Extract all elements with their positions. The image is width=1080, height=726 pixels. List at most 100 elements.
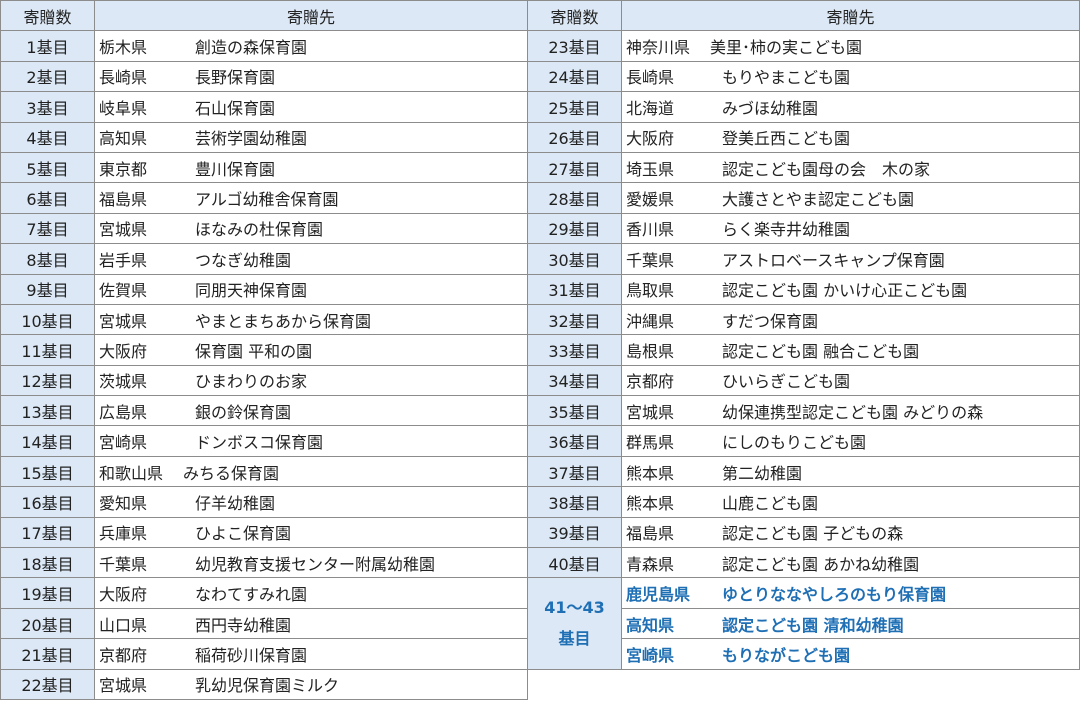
table-row: 5基目 東京都 豊川保育園: [0, 151, 528, 184]
table-row: 31基目 鳥取県 認定こども園 かいけ心正こども園: [527, 273, 1080, 305]
donation-count-cell: 11基目: [0, 334, 95, 366]
destination-cell: 和歌山県 みちる保育園: [94, 455, 528, 488]
table-row: 12基目 茨城県 ひまわりのお家: [0, 364, 528, 397]
table-row: 36基目 群馬県 にしのもりこども園: [527, 425, 1080, 457]
prefecture: 愛知県: [99, 493, 148, 513]
prefecture: 香川県: [626, 220, 675, 240]
table-row: 2基目 長崎県 長野保育園: [0, 60, 528, 93]
table-row: 21基目 京都府 稲荷砂川保育園: [0, 638, 528, 670]
facility-name: 稲荷砂川保育園: [195, 645, 308, 665]
donation-count-cell: 5基目: [0, 151, 95, 184]
prefecture: 宮城県: [99, 676, 148, 696]
facility-name: 第二幼稚園: [722, 463, 803, 483]
donation-count-cell: 16基目: [0, 486, 95, 518]
destination-cell: 千葉県 アストロベースキャンプ保育園: [621, 243, 1080, 275]
header-destination: 寄贈先: [621, 0, 1080, 32]
facility-name: アストロベースキャンプ保育園: [722, 250, 945, 270]
table-row: 18基目 千葉県 幼児教育支援センター附属幼稚園: [0, 547, 528, 579]
donation-count-cell: 29基目: [527, 212, 622, 245]
table-row: 3基目 岐阜県 石山保育園: [0, 91, 528, 123]
destination-cell: 沖縄県 すだつ保育園: [621, 303, 1080, 336]
donation-count-merged-cell: 41～43 基目: [527, 577, 622, 670]
destination-cell: 香川県 らく楽寺井幼稚園: [621, 212, 1080, 245]
facility-name: 認定こども園 子どもの森: [722, 524, 904, 544]
table-row: 37基目 熊本県 第二幼稚園: [527, 455, 1080, 488]
facility-name: ゆとりななやしろのもり保育園: [722, 585, 947, 605]
facility-name: 認定こども園 融合こども園: [722, 341, 920, 361]
destination-cell: 広島県 銀の鈴保育園: [94, 395, 528, 427]
donation-count-cell: 1基目: [0, 30, 95, 62]
donation-count-cell: 31基目: [527, 273, 622, 305]
header-destination: 寄贈先: [94, 0, 528, 32]
donation-count-cell: 9基目: [0, 273, 95, 305]
table-row: 32基目 沖縄県 すだつ保育園: [527, 303, 1080, 336]
table-row: 28基目 愛媛県 大護さとやま認定こども園: [527, 182, 1080, 214]
destination-cell: 茨城県 ひまわりのお家: [94, 364, 528, 397]
donation-count-cell: 3基目: [0, 91, 95, 123]
facility-name: アルゴ幼稚舎保育園: [195, 190, 339, 210]
table-row: 22基目 宮城県 乳幼児保育園ミルク: [0, 668, 528, 700]
donation-count-cell: 18基目: [0, 547, 95, 579]
prefecture: 鳥取県: [626, 281, 675, 301]
donation-count-cell: 19基目: [0, 577, 95, 609]
prefecture: 東京都: [99, 159, 148, 179]
prefecture: 長崎県: [99, 68, 148, 88]
facility-name: もりやまこども園: [722, 68, 851, 88]
destination-cell: 宮城県 乳幼児保育園ミルク: [94, 668, 528, 700]
facility-name: 認定こども園 かいけ心正こども園: [722, 281, 968, 301]
prefecture: 岩手県: [99, 250, 148, 270]
donation-count-cell: 15基目: [0, 455, 95, 488]
table-row: 6基目 福島県 アルゴ幼稚舎保育園: [0, 182, 528, 214]
destination-cell: 栃木県 創造の森保育園: [94, 30, 528, 62]
table-row: 26基目 大阪府 登美丘西こども園: [527, 121, 1080, 153]
destination-cell: 熊本県 第二幼稚園: [621, 455, 1080, 488]
table-row: 15基目 和歌山県 みちる保育園: [0, 455, 528, 488]
donation-count-cell: 26基目: [527, 121, 622, 153]
table-row: 17基目 兵庫県 ひよこ保育園: [0, 516, 528, 549]
donation-count-cell: 2基目: [0, 60, 95, 93]
prefecture: 京都府: [99, 645, 148, 665]
prefecture: 宮城県: [626, 402, 675, 422]
table-row: 29基目 香川県 らく楽寺井幼稚園: [527, 212, 1080, 245]
prefecture: 群馬県: [626, 433, 675, 453]
destination-cell: 宮崎県 ドンボスコ保育園: [94, 425, 528, 457]
prefecture: 栃木県: [99, 38, 148, 58]
prefecture: 宮崎県: [99, 433, 148, 453]
prefecture: 高知県: [626, 615, 675, 635]
facility-name: 乳幼児保育園ミルク: [195, 676, 340, 696]
prefecture: 宮城県: [99, 311, 148, 331]
destination-cell: 高知県 認定こども園 清和幼稚園: [621, 607, 1080, 640]
prefecture: 鹿児島県: [626, 585, 691, 605]
table-row: 11基目 大阪府 保育園 平和の園: [0, 334, 528, 366]
donation-count-cell: 14基目: [0, 425, 95, 457]
destination-cell: 埼玉県 認定こども園母の会 木の家: [621, 151, 1080, 184]
donation-count-cell: 8基目: [0, 243, 95, 275]
donation-count-cell: 36基目: [527, 425, 622, 457]
destination-cell: 宮城県 幼保連携型認定こども園 みどりの森: [621, 395, 1080, 427]
table-row: 9基目 佐賀県 同朋天神保育園: [0, 273, 528, 305]
count-unit: 基目: [558, 628, 591, 648]
table-row: 40基目 青森県 認定こども園 あかね幼稚園: [527, 547, 1080, 579]
table-row: 8基目 岩手県 つなぎ幼稚園: [0, 243, 528, 275]
destination-cell: 愛媛県 大護さとやま認定こども園: [621, 182, 1080, 214]
facility-name: にしのもりこども園: [722, 433, 867, 453]
facility-name: ほなみの杜保育園: [195, 220, 324, 240]
destination-cell: 高知県 芸術学園幼稚園: [94, 121, 528, 153]
facility-name: すだつ保育園: [722, 311, 819, 331]
donation-count-cell: 13基目: [0, 395, 95, 427]
table-row: 39基目 福島県 認定こども園 子どもの森: [527, 516, 1080, 549]
table-row: 16基目 愛知県 仔羊幼稚園: [0, 486, 528, 518]
facility-name: もりながこども園: [722, 645, 851, 665]
destination-cell: 京都府 ひいらぎこども園: [621, 364, 1080, 397]
destination-cell: 愛知県 仔羊幼稚園: [94, 486, 528, 518]
prefecture: 大阪府: [99, 341, 148, 361]
facility-name: 保育園 平和の園: [195, 341, 313, 361]
destination-cell: 福島県 認定こども園 子どもの森: [621, 516, 1080, 549]
prefecture: 長崎県: [626, 68, 675, 88]
donation-count-cell: 40基目: [527, 547, 622, 579]
donation-count-cell: 30基目: [527, 243, 622, 275]
prefecture: 熊本県: [626, 493, 675, 513]
donation-count-cell: 28基目: [527, 182, 622, 214]
facility-name: 認定こども園 あかね幼稚園: [722, 554, 920, 574]
donation-count-cell: 38基目: [527, 486, 622, 518]
